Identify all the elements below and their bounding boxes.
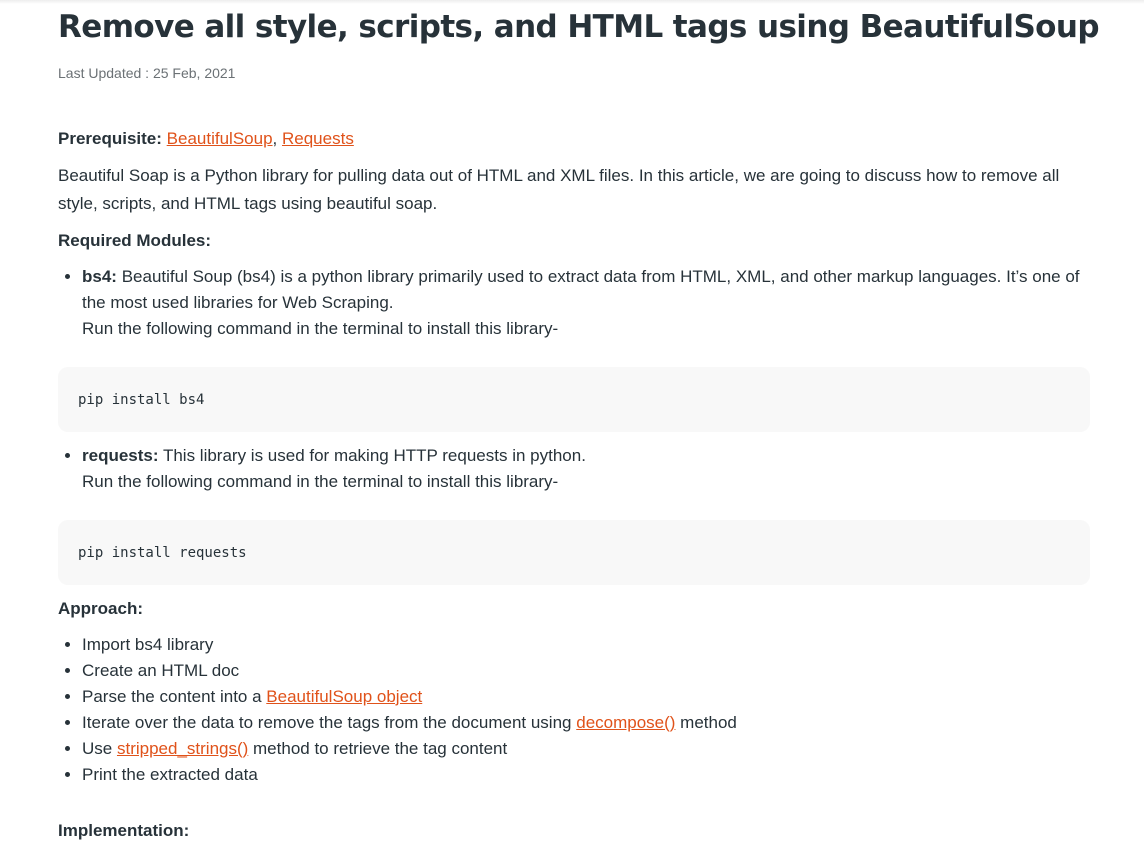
step-text: method to retrieve the tag content (248, 739, 508, 758)
article-content: Remove all style, scripts, and HTML tags… (58, 0, 1100, 844)
beautifulsoup-object-link[interactable]: BeautifulSoup object (266, 687, 422, 706)
prerequisite-separator: , (272, 129, 282, 148)
code-text: pip install bs4 (78, 391, 205, 408)
module-description: Beautiful Soup (bs4) is a python library… (82, 267, 1080, 312)
requests-link[interactable]: Requests (282, 129, 354, 148)
code-block-bs4[interactable]: pip install bs4 (58, 367, 1090, 432)
install-note: Run the following command in the termina… (82, 319, 559, 338)
step-text: Parse the content into a (82, 687, 267, 706)
implementation-heading: Implementation: (58, 821, 190, 840)
step-text: method (675, 713, 737, 732)
module-name: requests: (82, 446, 159, 465)
stripped-strings-link[interactable]: stripped_strings() (117, 739, 248, 758)
step-text: Use (82, 739, 117, 758)
install-note: Run the following command in the termina… (82, 472, 559, 491)
beautifulsoup-link[interactable]: BeautifulSoup (167, 129, 273, 148)
last-updated: Last Updated : 25 Feb, 2021 (58, 65, 236, 81)
list-item: requests: This library is used for makin… (82, 443, 1090, 495)
list-item: Iterate over the data to remove the tags… (82, 710, 1090, 736)
intro-paragraph: Beautiful Soap is a Python library for p… (58, 166, 1060, 213)
list-item: Create an HTML doc (82, 658, 1090, 684)
code-text: pip install requests (78, 544, 247, 561)
module-name: bs4: (82, 267, 117, 286)
decompose-link[interactable]: decompose() (576, 713, 675, 732)
module-description: This library is used for making HTTP req… (158, 446, 586, 465)
prerequisite-line: Prerequisite: BeautifulSoup, Requests (58, 126, 1090, 152)
code-block-requests[interactable]: pip install requests (58, 520, 1090, 585)
list-item: Use stripped_strings() method to retriev… (82, 736, 1090, 762)
required-modules-heading: Required Modules: (58, 231, 212, 250)
modules-list: requests: This library is used for makin… (58, 443, 1090, 495)
list-item: Import bs4 library (82, 632, 1090, 658)
approach-heading: Approach: (58, 599, 143, 618)
article-title: Remove all style, scripts, and HTML tags… (58, 9, 1100, 45)
approach-steps-list: Import bs4 library Create an HTML doc Pa… (58, 632, 1090, 788)
list-item: bs4: Beautiful Soup (bs4) is a python li… (82, 264, 1090, 342)
list-item: Parse the content into a BeautifulSoup o… (82, 684, 1090, 710)
modules-list: bs4: Beautiful Soup (bs4) is a python li… (58, 264, 1090, 342)
step-text: Iterate over the data to remove the tags… (82, 713, 577, 732)
prerequisite-label: Prerequisite: (58, 129, 162, 148)
list-item: Print the extracted data (82, 762, 1090, 788)
